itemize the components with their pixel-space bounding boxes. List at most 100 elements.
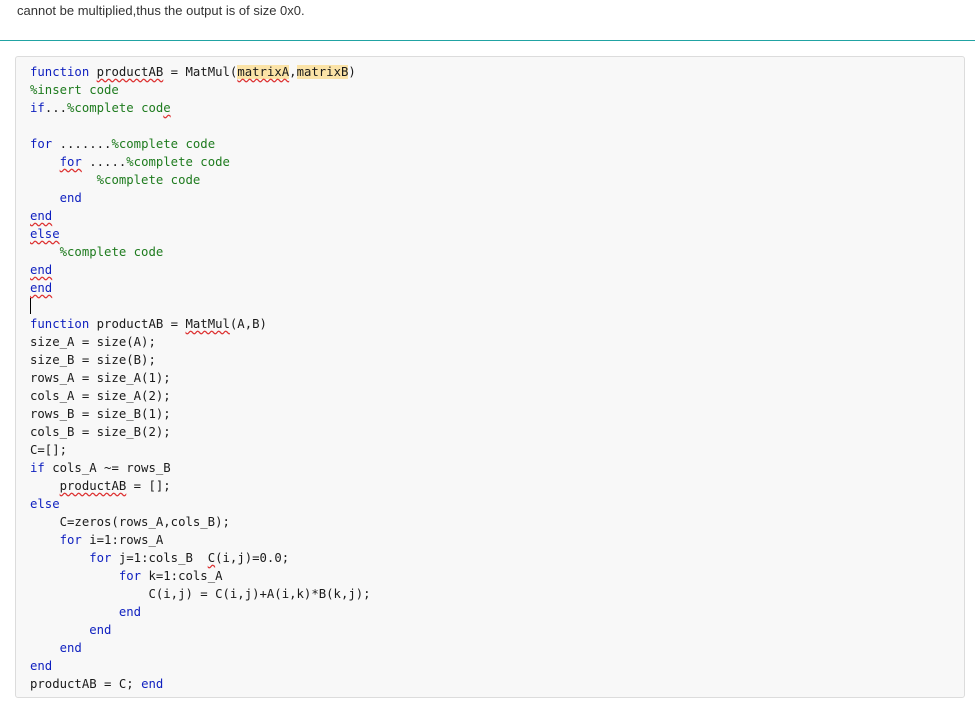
code-token: productAB = C; bbox=[30, 677, 142, 691]
code-token: i=1:rows_A bbox=[81, 533, 164, 547]
code-line: end bbox=[30, 261, 371, 279]
code-token: rows_B = size_B(1); bbox=[30, 407, 171, 421]
code-token: end bbox=[141, 677, 164, 691]
code-token: cols_A = size_A(2); bbox=[30, 389, 171, 403]
code-token: C=[]; bbox=[30, 443, 68, 457]
code-line: size_B = size(B); bbox=[30, 351, 371, 369]
code-line: end bbox=[30, 207, 371, 225]
code-token: function bbox=[30, 317, 90, 331]
code-token: function bbox=[30, 65, 90, 79]
code-token: for bbox=[59, 155, 82, 169]
code-token: end bbox=[30, 263, 53, 277]
code-line: %insert code bbox=[30, 81, 371, 99]
code-line: for .......%complete code bbox=[30, 135, 371, 153]
code-line: C=[]; bbox=[30, 441, 371, 459]
code-token: cols_A ~= rows_B bbox=[44, 461, 171, 475]
code-token: if bbox=[30, 461, 45, 475]
code-line: if...%complete code bbox=[30, 99, 371, 117]
code-token: size_B = size(B); bbox=[30, 353, 156, 367]
code-token: productAB bbox=[59, 479, 127, 493]
code-line: for i=1:rows_A bbox=[30, 531, 371, 549]
code-content[interactable]: function productAB = MatMul(matrixA,matr… bbox=[30, 63, 371, 693]
code-token: end bbox=[59, 191, 82, 205]
intro-text: cannot be multiplied,thus the output is … bbox=[17, 3, 305, 18]
code-token: for bbox=[59, 533, 82, 547]
section-divider bbox=[0, 40, 975, 41]
code-block[interactable]: function productAB = MatMul(matrixA,matr… bbox=[15, 56, 965, 698]
code-token: for bbox=[89, 551, 112, 565]
code-token: end bbox=[30, 659, 53, 673]
code-line: for k=1:cols_A bbox=[30, 567, 371, 585]
code-line: else bbox=[30, 225, 371, 243]
code-token: matrixA bbox=[237, 65, 290, 79]
code-line: C(i,j) = C(i,j)+A(i,k)*B(k,j); bbox=[30, 585, 371, 603]
code-token: rows_A = size_A(1); bbox=[30, 371, 171, 385]
code-line: cols_B = size_B(2); bbox=[30, 423, 371, 441]
code-token: = []; bbox=[126, 479, 171, 493]
code-token: else bbox=[30, 227, 60, 241]
code-token: j=1:cols_B bbox=[111, 551, 208, 565]
code-token: end bbox=[59, 641, 82, 655]
code-token: ) bbox=[348, 65, 356, 79]
code-line bbox=[30, 297, 371, 315]
code-token: productAB bbox=[96, 65, 164, 79]
code-line: productAB = []; bbox=[30, 477, 371, 495]
code-line: end bbox=[30, 639, 371, 657]
code-line: %complete code bbox=[30, 171, 371, 189]
code-line: end bbox=[30, 279, 371, 297]
code-line: C=zeros(rows_A,cols_B); bbox=[30, 513, 371, 531]
code-token: end bbox=[30, 209, 53, 223]
code-line: function productAB = MatMul(matrixA,matr… bbox=[30, 63, 371, 81]
code-line: else bbox=[30, 495, 371, 513]
code-token: %complete code bbox=[96, 173, 201, 187]
code-token: %complete code bbox=[59, 245, 164, 259]
code-token: MatMul bbox=[185, 317, 230, 331]
code-line: function productAB = MatMul(A,B) bbox=[30, 315, 371, 333]
code-line: end bbox=[30, 621, 371, 639]
code-token: ..... bbox=[81, 155, 127, 169]
text-cursor bbox=[30, 298, 31, 314]
code-token: else bbox=[30, 497, 60, 511]
code-line: rows_B = size_B(1); bbox=[30, 405, 371, 423]
code-token: C=zeros(rows_A,cols_B); bbox=[30, 515, 230, 529]
code-token: , bbox=[289, 65, 297, 79]
code-line: rows_A = size_A(1); bbox=[30, 369, 371, 387]
code-token: for bbox=[30, 137, 53, 151]
code-line: for .....%complete code bbox=[30, 153, 371, 171]
code-token: end bbox=[89, 623, 112, 637]
code-line: size_A = size(A); bbox=[30, 333, 371, 351]
code-token: %complete cod bbox=[67, 101, 164, 115]
code-token: = MatMul( bbox=[163, 65, 238, 79]
code-token: k=1:cols_A bbox=[141, 569, 223, 583]
code-line: %complete code bbox=[30, 243, 371, 261]
code-token: matrixB bbox=[296, 65, 349, 79]
code-token: if bbox=[30, 101, 45, 115]
code-line: for j=1:cols_B C(i,j)=0.0; bbox=[30, 549, 371, 567]
code-line: end bbox=[30, 189, 371, 207]
code-line: cols_A = size_A(2); bbox=[30, 387, 371, 405]
code-token: (A,B) bbox=[229, 317, 267, 331]
code-token: %insert code bbox=[30, 83, 119, 97]
code-line: end bbox=[30, 603, 371, 621]
code-token: end bbox=[30, 281, 53, 295]
code-token: C(i,j) = C(i,j)+A(i,k)*B(k,j); bbox=[30, 587, 371, 601]
code-token: e bbox=[163, 101, 171, 115]
code-token: cols_B = size_B(2); bbox=[30, 425, 171, 439]
code-token: productAB = bbox=[89, 317, 186, 331]
code-token: C bbox=[207, 551, 216, 565]
code-token: %complete code bbox=[126, 155, 230, 169]
code-line: if cols_A ~= rows_B bbox=[30, 459, 371, 477]
code-token: ....... bbox=[52, 137, 112, 151]
code-line: end bbox=[30, 657, 371, 675]
code-token: (i,j)=0.0; bbox=[215, 551, 290, 565]
